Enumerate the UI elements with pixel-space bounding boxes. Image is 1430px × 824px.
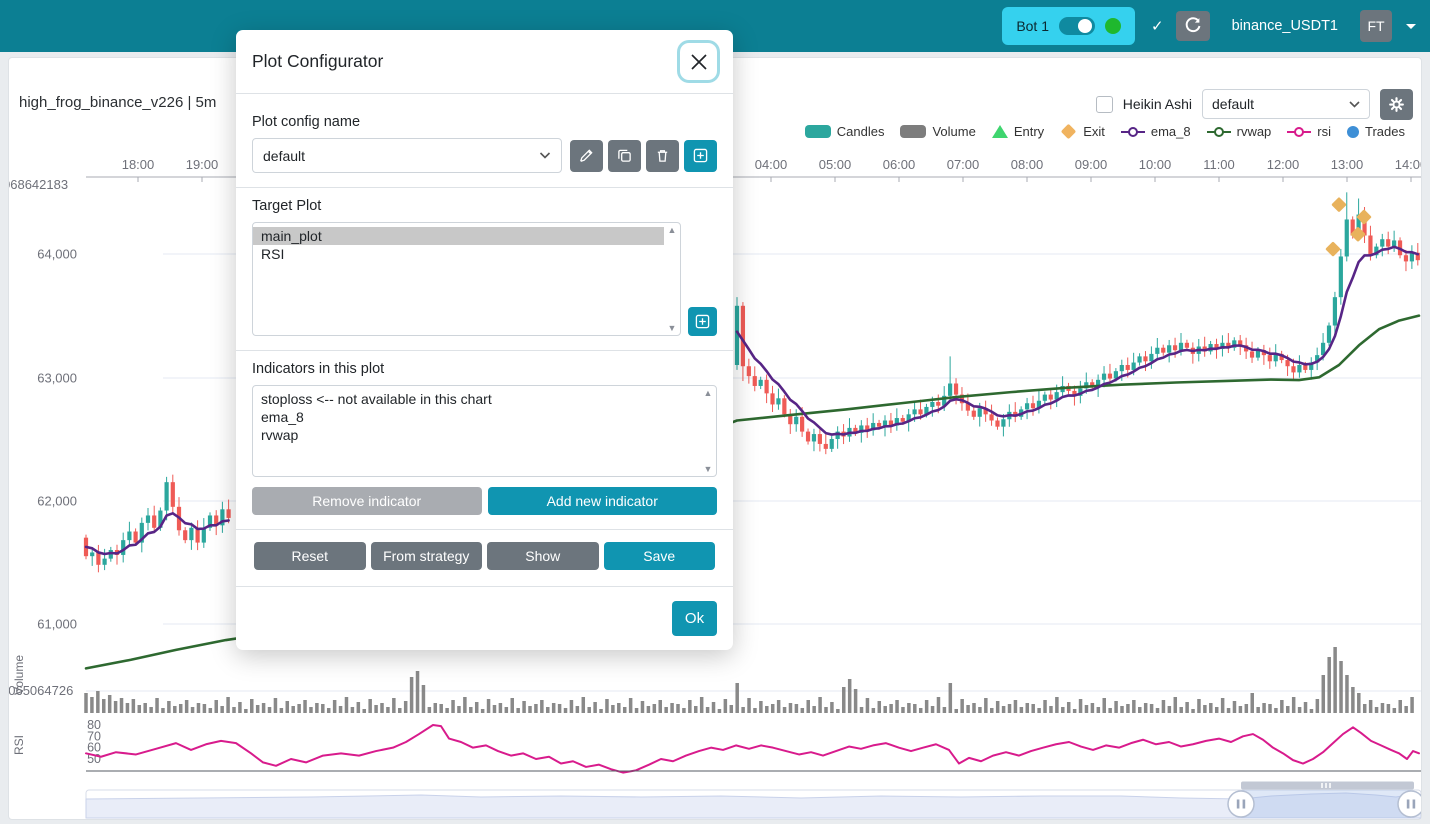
rsi-line: [86, 725, 1419, 773]
target-plot-listbox[interactable]: main_plotRSI ▲▼: [252, 222, 681, 336]
datazoom-left-handle[interactable]: [1228, 791, 1254, 817]
time-axis-label: 04:00: [755, 157, 788, 172]
add-new-indicator-button[interactable]: Add new indicator: [488, 487, 718, 515]
time-axis-label: 07:00: [947, 157, 980, 172]
modal-title: Plot Configurator: [252, 51, 383, 72]
datazoom-move-handle[interactable]: [1241, 782, 1414, 790]
volume-axis-title: Volume: [12, 655, 26, 695]
config-name-select-value: default: [263, 148, 305, 164]
add-target-plot-button[interactable]: [688, 307, 717, 336]
show-button[interactable]: Show: [487, 542, 599, 570]
price-axis-label: 61,000: [37, 617, 77, 632]
price-axis-label: 64,000: [37, 247, 77, 262]
rename-config-button[interactable]: [570, 140, 603, 172]
scroll-up-icon[interactable]: ▲: [704, 388, 713, 398]
volume-bars: [84, 647, 1414, 713]
scroll-up-icon[interactable]: ▲: [668, 225, 677, 235]
time-axis-label: 12:00: [1267, 157, 1300, 172]
reload-icon: [1184, 17, 1202, 35]
copy-icon: [617, 148, 632, 163]
time-axis-label: 11:00: [1203, 157, 1235, 172]
modal-footer: Ok: [236, 586, 733, 650]
time-axis-label: 05:00: [819, 157, 852, 172]
chevron-down-icon: [539, 152, 551, 159]
close-icon: [689, 52, 709, 72]
target-plot-option[interactable]: RSI: [253, 245, 664, 263]
bot-online-indicator: [1105, 18, 1121, 34]
bot-toggle-knob: [1078, 19, 1092, 33]
trash-icon: [655, 148, 670, 163]
from-strategy-button[interactable]: From strategy: [371, 542, 483, 570]
time-axis-label: 09:00: [1075, 157, 1108, 172]
bot-selector[interactable]: Bot 1: [1002, 7, 1135, 45]
time-axis-label: 18:00: [122, 157, 155, 172]
exit-marker-icon: [1325, 241, 1341, 257]
delete-config-button[interactable]: [646, 140, 679, 172]
rsi-axis-title: RSI: [12, 735, 26, 755]
datazoom-slider[interactable]: [86, 782, 1421, 819]
datazoom-right-handle[interactable]: [1398, 791, 1421, 817]
config-name-select[interactable]: default: [252, 138, 562, 173]
plus-square-icon: [693, 148, 708, 163]
candle-series: [84, 475, 231, 573]
pair-label: binance_USDT1: [1232, 18, 1338, 34]
price-axis-top-label: 068642183: [9, 177, 68, 192]
price-axis-label: 62,000: [37, 494, 77, 509]
scroll-down-icon[interactable]: ▼: [704, 464, 713, 474]
modal-header: Plot Configurator: [236, 30, 733, 94]
close-button[interactable]: [680, 43, 717, 80]
time-axis-label: 06:00: [883, 157, 916, 172]
candle-series: [735, 192, 1420, 454]
target-plot-option[interactable]: main_plot: [253, 227, 664, 245]
listbox-scrollbar[interactable]: ▲▼: [700, 386, 716, 476]
time-axis-label: 10:00: [1139, 157, 1172, 172]
time-axis-label: 08:00: [1011, 157, 1044, 172]
chevron-down-icon[interactable]: [1406, 24, 1416, 29]
scroll-down-icon[interactable]: ▼: [668, 323, 677, 333]
listbox-scrollbar[interactable]: ▲▼: [664, 223, 680, 335]
time-axis-label: 13:00: [1331, 157, 1364, 172]
duplicate-config-button[interactable]: [608, 140, 641, 172]
indicator-option[interactable]: stoploss <-- not available in this chart: [253, 390, 700, 408]
indicator-option[interactable]: rvwap: [253, 426, 700, 444]
ok-button[interactable]: Ok: [672, 601, 717, 636]
datazoom-selection[interactable]: [1241, 790, 1411, 818]
modal-body: Plot config name default Target Plot m: [236, 94, 733, 570]
plus-square-icon: [695, 314, 710, 329]
check-icon: ✓: [1151, 17, 1164, 35]
save-button[interactable]: Save: [604, 542, 716, 570]
ema8-line: [86, 513, 229, 554]
bot-toggle[interactable]: [1059, 17, 1095, 35]
price-axis-label: 63,000: [37, 371, 77, 386]
plot-config-name-label: Plot config name: [252, 114, 717, 130]
indicators-label: Indicators in this plot: [252, 361, 717, 377]
target-plot-label: Target Plot: [252, 198, 717, 214]
reload-button[interactable]: [1176, 11, 1210, 41]
indicator-option[interactable]: ema_8: [253, 408, 700, 426]
plot-configurator-modal: Plot Configurator Plot config name defau…: [236, 30, 733, 650]
ema8-line: [737, 247, 1418, 435]
time-axis-label: 19:00: [186, 157, 219, 172]
add-config-button[interactable]: [684, 140, 717, 172]
remove-indicator-button[interactable]: Remove indicator: [252, 487, 482, 515]
indicators-listbox[interactable]: stoploss <-- not available in this chart…: [252, 385, 717, 477]
bot-name-label: Bot 1: [1016, 18, 1049, 34]
exit-marker-icon: [1331, 197, 1347, 213]
avatar[interactable]: FT: [1360, 10, 1392, 42]
time-axis-label: 14:00: [1395, 157, 1421, 172]
pencil-icon: [579, 148, 594, 163]
reset-button[interactable]: Reset: [254, 542, 366, 570]
